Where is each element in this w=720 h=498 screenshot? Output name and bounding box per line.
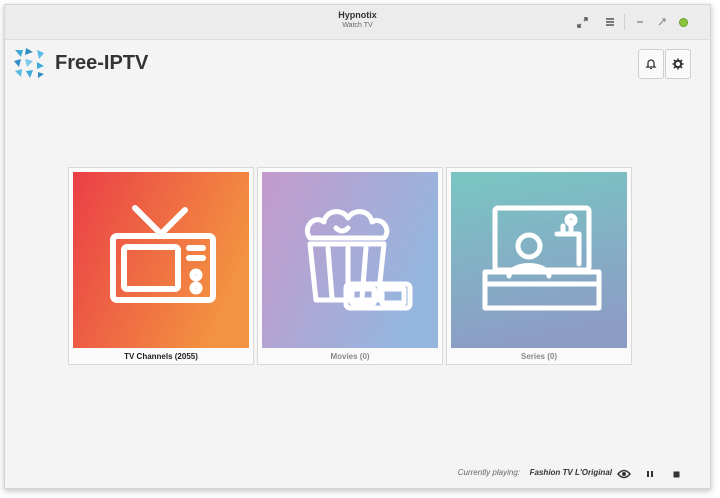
card-label: Movies (0) (330, 352, 370, 361)
show-player-button[interactable] (616, 466, 632, 482)
maximize-icon (678, 17, 688, 27)
tv-channels-card[interactable]: TV Channels (2055) (68, 167, 254, 365)
app-window: Hypnotix Watch TV Free-IPTV TV Channels … (4, 4, 711, 489)
stop-button[interactable] (668, 466, 684, 482)
movies-card[interactable]: Movies (0) (257, 167, 443, 365)
eye-icon (617, 469, 631, 479)
menu-button[interactable] (602, 14, 618, 30)
stop-icon (673, 471, 679, 477)
movies-image (262, 172, 438, 348)
card-label: Series (0) (520, 352, 558, 361)
settings-button[interactable] (665, 49, 691, 79)
app-logo-icon (14, 48, 44, 78)
gear-icon (672, 58, 684, 70)
currently-playing-title: Fashion TV L'Original (529, 468, 612, 477)
series-image (451, 172, 627, 348)
tv-channels-image (73, 172, 249, 348)
status-bar: Currently playing: Fashion TV L'Original (5, 460, 710, 488)
pause-button[interactable] (642, 466, 658, 482)
restore-button[interactable] (654, 14, 670, 30)
pause-icon (647, 471, 653, 477)
card-label: TV Channels (2055) (124, 352, 198, 361)
fullscreen-button[interactable] (574, 14, 590, 30)
title-bar: Hypnotix Watch TV (5, 5, 710, 40)
series-card[interactable]: Series (0) (446, 167, 632, 365)
app-header: Free-IPTV (13, 45, 148, 81)
notification-button[interactable] (638, 49, 664, 79)
currently-playing-label: Currently playing: (457, 468, 520, 477)
hamburger-menu-icon (606, 18, 614, 26)
restore-icon (658, 18, 666, 26)
bell-icon (645, 59, 657, 70)
provider-name: Free-IPTV (55, 51, 149, 74)
fullscreen-icon (576, 16, 588, 28)
maximize-button[interactable] (675, 14, 691, 30)
minimize-icon (637, 21, 643, 23)
minimize-button[interactable] (632, 14, 648, 30)
titlebar-separator (624, 14, 625, 30)
